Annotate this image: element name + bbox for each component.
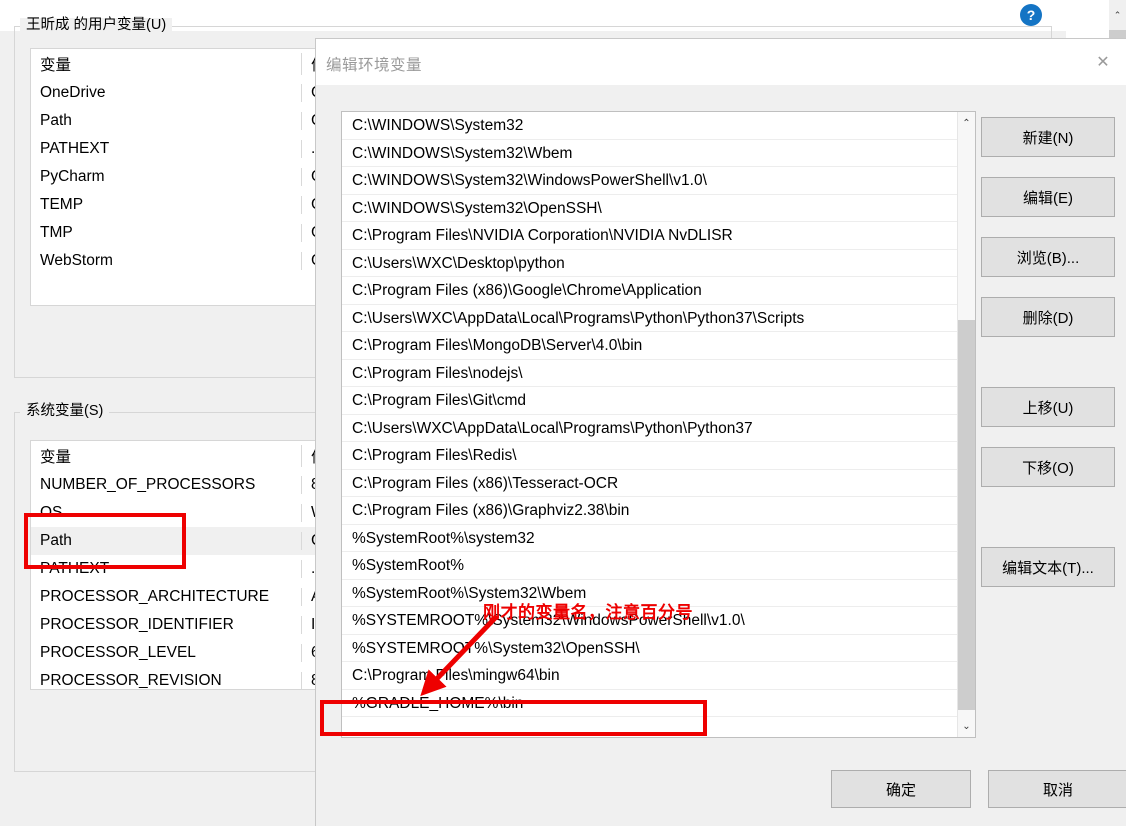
list-item[interactable]: C:\Program Files\MongoDB\Server\4.0\bin (342, 332, 975, 360)
list-item[interactable]: C:\Program Files\Git\cmd (342, 387, 975, 415)
list-item[interactable]: C:\Users\WXC\AppData\Local\Programs\Pyth… (342, 305, 975, 332)
variable-name-cell: PROCESSOR_IDENTIFIER (40, 616, 234, 633)
chevron-up-icon[interactable]: ⌃ (1109, 0, 1126, 30)
list-item[interactable]: C:\Program Files (x86)\Google\Chrome\App… (342, 277, 975, 305)
list-item[interactable]: C:\Program Files\Redis\ (342, 442, 975, 470)
variable-name-cell: WebStorm (40, 252, 113, 269)
variable-name-cell: TEMP (40, 196, 84, 213)
cancel-button[interactable]: 取消 (988, 770, 1126, 808)
dialog-title: 编辑环境变量 (326, 57, 423, 74)
user-variables-legend: 王昕成 的用户变量(U) (20, 18, 173, 33)
list-item[interactable]: %GRADLE_HOME%\bin (342, 690, 975, 717)
list-item[interactable]: C:\Users\WXC\AppData\Local\Programs\Pyth… (342, 415, 975, 442)
list-item[interactable]: C:\Program Files (x86)\Graphviz2.38\bin (342, 497, 975, 525)
list-item[interactable]: C:\Program Files\mingw64\bin (342, 662, 975, 690)
variable-name-cell: PROCESSOR_ARCHITECTURE (40, 588, 270, 605)
list-item[interactable]: %SYSTEMROOT%\System32\WindowsPowerShell\… (342, 607, 975, 635)
question-mark-icon: ? (1020, 4, 1042, 26)
variable-name-cell: PATHEXT (40, 560, 110, 577)
edit-environment-variable-dialog: 编辑环境变量 ✕ C:\WINDOWS\System32 C:\WINDOWS\S… (315, 38, 1126, 826)
list-item[interactable]: %SystemRoot%\System32\Wbem (342, 580, 975, 607)
list-item[interactable]: C:\WINDOWS\System32\WindowsPowerShell\v1… (342, 167, 975, 195)
variable-name-cell: PATHEXT (40, 140, 110, 157)
path-entries-list[interactable]: C:\WINDOWS\System32 C:\WINDOWS\System32\W… (341, 111, 976, 738)
scrollbar-thumb[interactable] (958, 320, 975, 710)
chevron-down-icon[interactable]: ⌄ (958, 717, 975, 735)
column-header-name[interactable]: 变量 (31, 53, 301, 75)
variable-name-cell: PyCharm (40, 168, 105, 185)
list-item[interactable]: C:\Program Files\nodejs\ (342, 360, 975, 387)
variable-name-cell: PROCESSOR_LEVEL (40, 644, 196, 661)
list-item[interactable]: C:\WINDOWS\System32\Wbem (342, 140, 975, 167)
path-list-scrollbar[interactable]: ⌃ ⌄ (957, 112, 975, 737)
browse-button[interactable]: 浏览(B)... (981, 237, 1115, 277)
variable-name-cell: NUMBER_OF_PROCESSORS (40, 476, 256, 493)
close-icon[interactable]: ✕ (1080, 39, 1126, 85)
variable-name-cell: TMP (40, 224, 73, 241)
new-button[interactable]: 新建(N) (981, 117, 1115, 157)
delete-button[interactable]: 删除(D) (981, 297, 1115, 337)
list-item[interactable]: C:\WINDOWS\System32\OpenSSH\ (342, 195, 975, 222)
list-item[interactable]: %SYSTEMROOT%\System32\OpenSSH\ (342, 635, 975, 662)
dialog-titlebar (316, 39, 1126, 85)
move-up-button[interactable]: 上移(U) (981, 387, 1115, 427)
list-item[interactable]: %SystemRoot%\system32 (342, 525, 975, 552)
list-item[interactable]: C:\Users\WXC\Desktop\python (342, 250, 975, 277)
list-item[interactable]: C:\WINDOWS\System32 (342, 112, 975, 140)
ok-button[interactable]: 确定 (831, 770, 971, 808)
variable-name-cell: Path (40, 112, 72, 129)
edit-button[interactable]: 编辑(E) (981, 177, 1115, 217)
variable-name-cell: Path (40, 532, 72, 549)
move-down-button[interactable]: 下移(O) (981, 447, 1115, 487)
variable-name-cell: OneDrive (40, 84, 106, 101)
variable-name-cell: PROCESSOR_REVISION (40, 672, 222, 689)
chevron-up-icon[interactable]: ⌃ (958, 114, 975, 132)
list-item[interactable]: %SystemRoot% (342, 552, 975, 580)
edit-text-button[interactable]: 编辑文本(T)... (981, 547, 1115, 587)
system-variables-legend: 系统变量(S) (20, 404, 110, 419)
list-item[interactable]: C:\Program Files\NVIDIA Corporation\NVID… (342, 222, 975, 250)
variable-name-cell: OS (40, 504, 63, 521)
list-item[interactable]: C:\Program Files (x86)\Tesseract-OCR (342, 470, 975, 497)
column-header-name[interactable]: 变量 (31, 445, 301, 467)
